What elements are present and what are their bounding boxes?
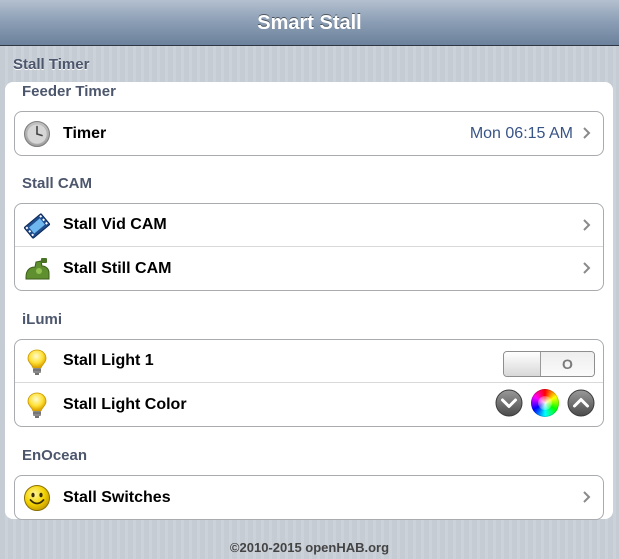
section-title-feeder: Feeder Timer — [22, 83, 116, 100]
lightbulb-icon — [23, 391, 51, 419]
switch-state-label: O — [541, 352, 594, 376]
light-color-label: Stall Light Color — [63, 395, 187, 413]
film-icon — [23, 212, 51, 240]
still-cam-label: Stall Still CAM — [63, 259, 172, 277]
group-cam: Stall Vid CAM Stall Still CAM — [14, 203, 604, 291]
vid-cam-row[interactable]: Stall Vid CAM — [15, 204, 603, 247]
timer-value: Mon 06:15 AM — [469, 124, 573, 142]
chevron-right-icon — [583, 127, 591, 139]
smiley-icon — [23, 484, 51, 512]
group-feeder: Timer Mon 06:15 AM — [14, 111, 604, 156]
copyright-footer: ©2010-2015 openHAB.org — [229, 540, 390, 555]
chevron-up-icon[interactable] — [567, 389, 595, 417]
timer-row[interactable]: Timer Mon 06:15 AM — [15, 112, 603, 155]
app-title: Smart Stall — [257, 12, 362, 34]
switch-knob — [504, 352, 541, 376]
section-title-enocean: EnOcean — [22, 447, 88, 464]
vid-cam-label: Stall Vid CAM — [63, 216, 167, 233]
chevron-down-icon[interactable] — [495, 389, 523, 417]
switches-label: Stall Switches — [63, 488, 171, 506]
chevron-right-icon — [583, 491, 591, 503]
group-enocean: Stall Switches — [14, 475, 604, 520]
group-ilumi: Stall Light 1 O Stall Light Color — [14, 339, 604, 427]
timer-label: Timer — [63, 124, 107, 142]
clock-icon — [23, 120, 51, 148]
light-color-row: Stall Light Color — [15, 383, 603, 426]
lightbulb-icon — [23, 348, 51, 376]
page-title: Stall Timer — [13, 56, 90, 73]
switches-row[interactable]: Stall Switches — [15, 476, 603, 519]
chevron-right-icon — [583, 219, 591, 231]
section-title-cam: Stall CAM — [22, 175, 93, 192]
light1-label: Stall Light 1 — [63, 352, 154, 369]
color-wheel-button[interactable] — [531, 389, 559, 417]
title-bar: Smart Stall — [0, 0, 619, 46]
content-panel: Feeder Timer Timer Mon 06:15 AM Stall CA… — [5, 82, 613, 520]
camera-icon — [23, 255, 51, 283]
section-title-ilumi: iLumi — [22, 311, 62, 328]
light1-switch[interactable]: O — [503, 351, 595, 377]
chevron-right-icon — [583, 262, 591, 274]
still-cam-row[interactable]: Stall Still CAM — [15, 247, 603, 290]
light1-row: Stall Light 1 O — [15, 340, 603, 383]
